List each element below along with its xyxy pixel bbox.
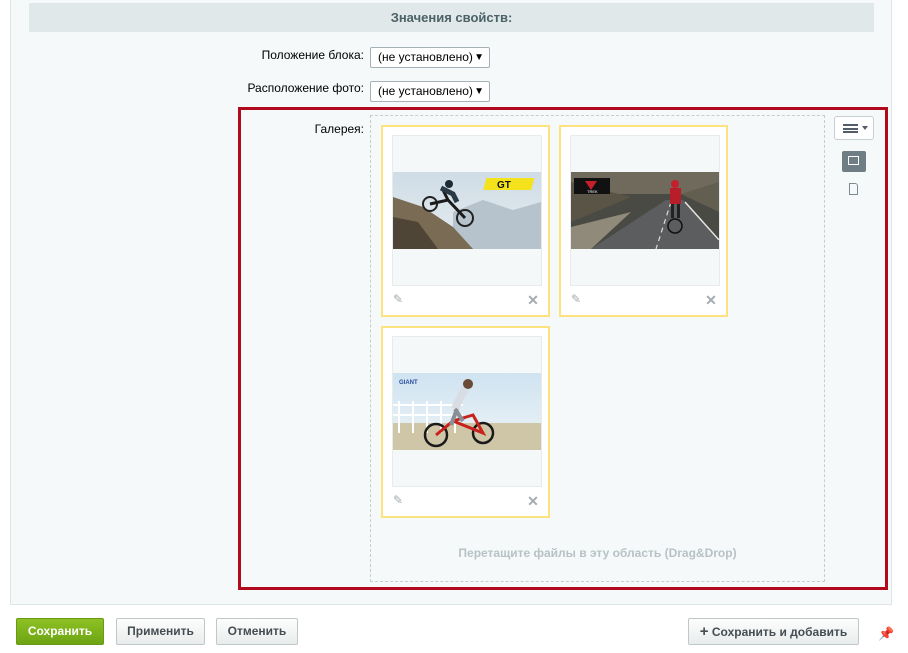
save-and-add-button[interactable]: + Сохранить и добавить xyxy=(688,618,859,645)
apply-button[interactable]: Применить xyxy=(116,618,205,645)
image-view-icon xyxy=(848,156,859,165)
thumbnail-frame: TREK xyxy=(570,135,720,286)
thumbnail-frame: GT xyxy=(392,135,542,286)
plus-icon: + xyxy=(699,623,709,640)
gallery-item[interactable]: GIANT ✎ ✕ xyxy=(381,326,550,518)
svg-text:GIANT: GIANT xyxy=(399,380,418,386)
gt-bike-photo: GT xyxy=(393,172,541,249)
trek-bike-photo: TREK xyxy=(571,172,719,249)
save-and-add-label: Сохранить и добавить xyxy=(711,625,848,639)
gallery-item[interactable]: GT ✎ ✕ xyxy=(381,125,550,317)
thumbnail-frame: GIANT xyxy=(392,336,542,487)
save-button[interactable]: Сохранить xyxy=(16,618,104,645)
photo-position-value: (не установлено) xyxy=(378,84,473,98)
cancel-button[interactable]: Отменить xyxy=(216,618,298,645)
dropdown-arrow-icon: ▼ xyxy=(474,86,484,97)
menu-icon xyxy=(843,124,858,133)
giant-bike-photo: GIANT xyxy=(393,373,541,450)
pencil-icon[interactable]: ✎ xyxy=(393,493,407,507)
pencil-icon[interactable]: ✎ xyxy=(571,292,585,306)
dropdown-arrow-icon: ▼ xyxy=(474,52,484,63)
section-title: Значения свойств: xyxy=(29,3,874,32)
pin-icon[interactable]: 📌 xyxy=(878,626,894,642)
block-position-label: Положение блока: xyxy=(261,48,364,62)
gallery-label: Галерея: xyxy=(314,122,364,136)
block-position-select[interactable]: (не установлено) ▼ xyxy=(370,47,490,68)
image-view-toggle[interactable] xyxy=(842,151,866,172)
svg-text:GT: GT xyxy=(497,180,511,191)
photo-position-select[interactable]: (не установлено) ▼ xyxy=(370,81,490,102)
close-icon[interactable]: ✕ xyxy=(526,293,540,307)
photo-position-label: Расположение фото: xyxy=(247,81,364,95)
svg-text:TREK: TREK xyxy=(587,189,598,194)
close-icon[interactable]: ✕ xyxy=(704,293,718,307)
file-view-icon[interactable] xyxy=(849,183,858,195)
gallery-item[interactable]: TREK ✎ ✕ xyxy=(559,125,728,317)
chevron-down-icon xyxy=(862,126,868,130)
gallery-menu-button[interactable] xyxy=(834,116,874,140)
block-position-value: (не установлено) xyxy=(378,50,473,64)
close-icon[interactable]: ✕ xyxy=(526,494,540,508)
dropzone-hint: Перетащите файлы в эту область (Drag&Dro… xyxy=(458,546,737,560)
pencil-icon[interactable]: ✎ xyxy=(393,292,407,306)
